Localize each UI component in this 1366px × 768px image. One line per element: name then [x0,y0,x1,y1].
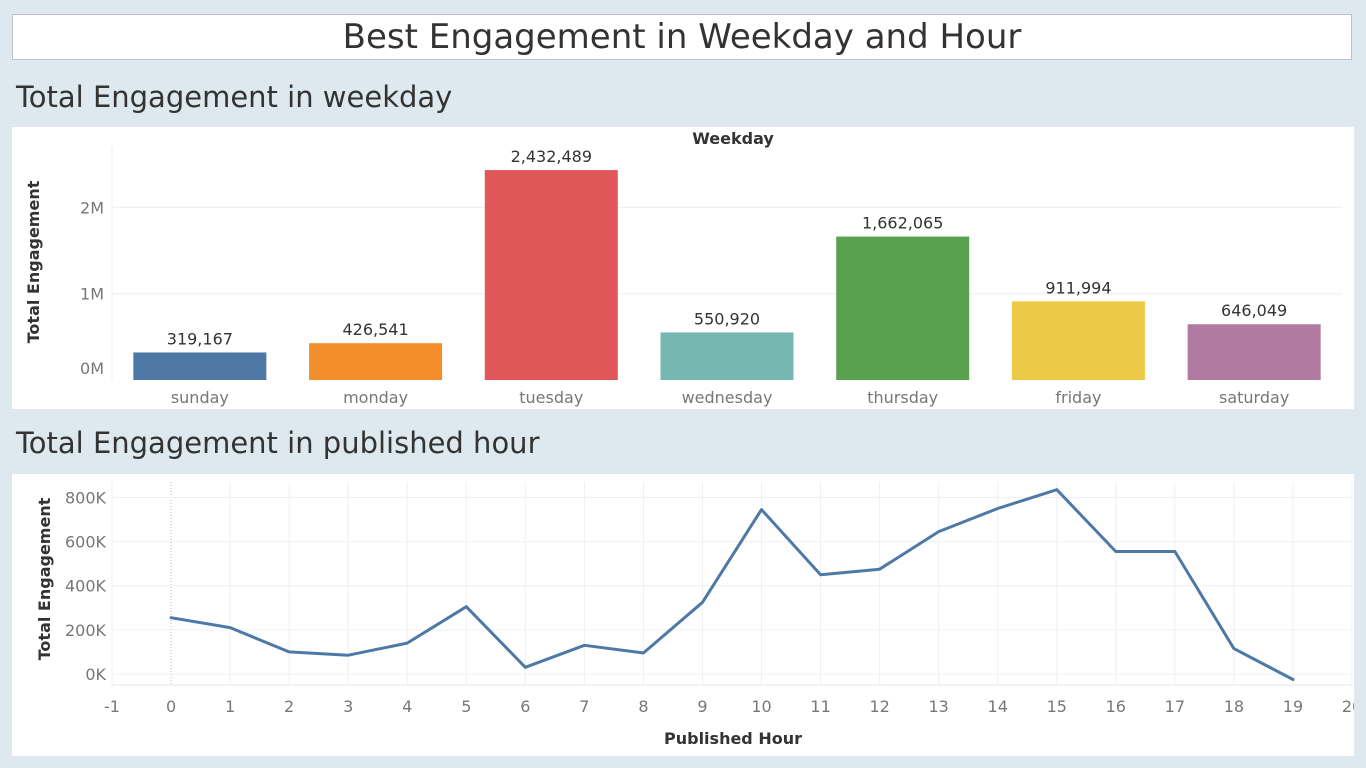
line-xtick-label: 2 [284,697,294,716]
bar-category-label: tuesday [519,388,583,407]
line-ytick-label: 600K [65,533,107,552]
line-ytick-label: 800K [65,488,107,507]
line-y-axis-title: Total Engagement [35,497,54,660]
dashboard-title: Best Engagement in Weekday and Hour [342,17,1022,57]
weekday-bar-chart: 0M 1M 2M Weekday Total Engagement 319,167 sund… [24,129,1342,407]
bar-ytick-label: 1M [80,285,104,304]
line-x-axis-title: Published Hour [664,729,802,748]
hour-section-title: Total Engagement in published hour [16,426,540,460]
bar-column-header: Weekday [692,129,774,148]
line-xtick-label: 18 [1224,697,1244,716]
line-xtick-label: 8 [638,697,648,716]
line-xtick-label: 12 [869,697,889,716]
line-xtick-label: 9 [697,697,707,716]
line-ytick-label: 400K [65,577,107,596]
bar-category-label: friday [1055,388,1101,407]
hour-line-chart: -1012345678910111213141516171819200K200K… [35,482,1354,748]
bar-monday [309,343,443,380]
line-xtick-label: 10 [751,697,771,716]
bar-value-label: 319,167 [167,329,233,348]
bar-category-label: monday [343,388,408,407]
line-xtick-label: 5 [461,697,471,716]
line-xtick-label: 0 [166,697,176,716]
bar-value-label: 2,432,489 [511,147,592,166]
line-ytick-label: 200K [65,621,107,640]
line-xtick-label: -1 [104,697,120,716]
bar-category-label: wednesday [682,388,773,407]
line-xtick-label: 1 [225,697,235,716]
line-xtick-label: 4 [402,697,412,716]
bar-y-axis-title: Total Engagement [24,180,43,343]
bar-ytick-label: 0M [80,359,104,378]
bar-tuesday [484,170,618,380]
engagement-line-series [169,488,1295,681]
bar-category-label: sunday [171,388,229,407]
bar-value-label: 426,541 [342,320,408,339]
line-xtick-label: 13 [928,697,948,716]
weekday-chart-panel: 0M 1M 2M Weekday Total Engagement 319,167 sund… [12,127,1354,409]
weekday-section-title: Total Engagement in weekday [16,80,453,114]
bar-value-label: 911,994 [1045,278,1111,297]
bar-wednesday [660,332,794,380]
line-xtick-label: 6 [520,697,530,716]
hour-chart-panel: -1012345678910111213141516171819200K200K… [12,474,1354,756]
bar-category-label: thursday [867,388,938,407]
line-xtick-label: 16 [1106,697,1126,716]
bar-value-label: 646,049 [1221,301,1287,320]
line-xtick-label: 3 [343,697,353,716]
bar-ytick-label: 2M [80,198,104,217]
bar-friday [1011,301,1145,380]
bar-value-label: 1,662,065 [862,214,943,233]
bar-sunday [133,352,267,380]
bar-thursday [836,236,970,380]
line-xtick-label: 14 [988,697,1008,716]
line-ytick-label: 0K [85,665,106,684]
line-xtick-label: 17 [1165,697,1185,716]
line-xtick-label: 7 [579,697,589,716]
dashboard-title-box: Best Engagement in Weekday and Hour [12,14,1352,60]
line-xtick-label: 11 [810,697,830,716]
line-xtick-label: 15 [1047,697,1067,716]
line-xtick-label: 20 [1342,697,1354,716]
bar-category-label: saturday [1219,388,1289,407]
line-xtick-label: 19 [1283,697,1303,716]
bar-saturday [1187,324,1321,380]
bar-value-label: 550,920 [694,309,760,328]
